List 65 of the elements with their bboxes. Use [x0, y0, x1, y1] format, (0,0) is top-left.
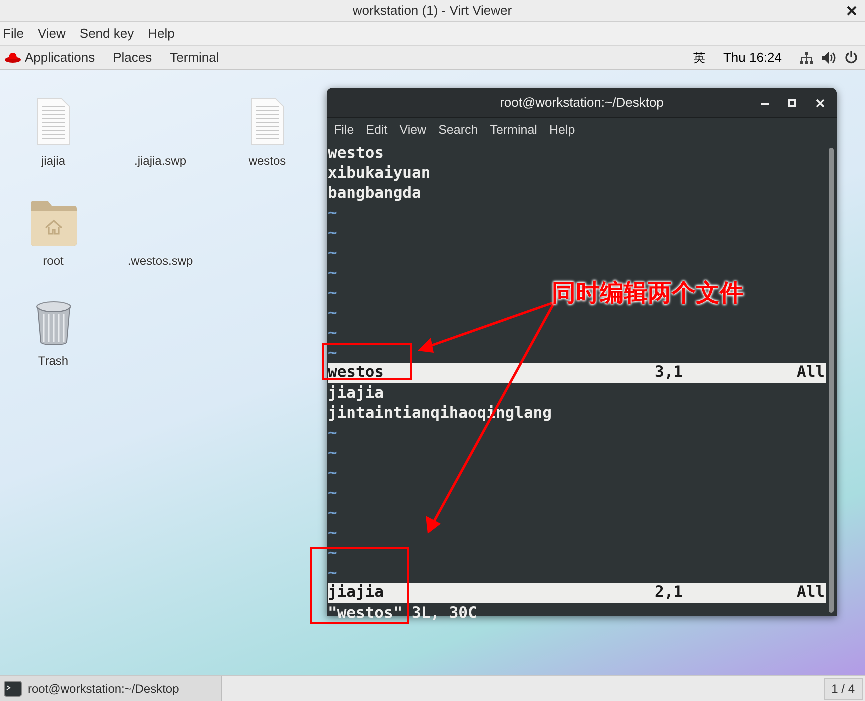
text-line: jiajia — [328, 383, 384, 403]
workspace-indicator[interactable]: 1 / 4 — [824, 678, 863, 700]
desktop-icon-label[interactable]: Trash — [38, 352, 69, 370]
empty-line-marker: ~ — [328, 483, 338, 503]
trash-icon — [34, 300, 72, 346]
maximize-icon[interactable] — [788, 99, 796, 107]
empty-line-marker: ~ — [328, 443, 338, 463]
cursor-position: 3,1 — [655, 362, 684, 384]
status-file-name: westos — [328, 362, 385, 384]
menu-item[interactable]: Send key — [80, 24, 134, 44]
empty-line-marker: ~ — [328, 523, 338, 543]
terminal-menu-item[interactable]: View — [400, 121, 427, 140]
terminal-title: root@workstation:~/Desktop — [500, 94, 664, 112]
menu-item[interactable]: View — [38, 24, 66, 44]
desktop-icon-label[interactable]: root — [43, 252, 64, 270]
document-icon — [250, 98, 284, 146]
hat-icon[interactable] — [5, 52, 21, 63]
desktop-icon-label[interactable]: .westos.swp — [128, 252, 194, 270]
network-icon[interactable] — [800, 52, 813, 64]
empty-line-marker: ~ — [328, 323, 338, 343]
terminal-menu-item[interactable]: Edit — [366, 121, 388, 140]
home-folder-icon — [30, 200, 78, 246]
minimize-icon[interactable] — [761, 103, 769, 106]
document-icon — [36, 98, 70, 146]
terminal-menu-item[interactable]: File — [334, 121, 354, 140]
empty-line-marker: ~ — [328, 203, 338, 223]
power-icon[interactable] — [845, 51, 858, 64]
empty-line-marker: ~ — [328, 503, 338, 523]
empty-line-marker: ~ — [328, 303, 338, 323]
input-method-indicator[interactable]: 英 — [693, 48, 706, 66]
text-line: bangbangda — [328, 183, 422, 203]
close-icon[interactable] — [847, 6, 857, 16]
window-title: workstation (1) - Virt Viewer — [352, 2, 512, 20]
empty-line-marker: ~ — [328, 463, 338, 483]
empty-line-marker: ~ — [328, 283, 338, 303]
menu-item[interactable]: File — [3, 24, 24, 44]
empty-line-marker: ~ — [328, 543, 338, 563]
terminal-menu-item[interactable]: Help — [549, 121, 576, 140]
terminal-menu-item[interactable]: Terminal — [490, 121, 538, 140]
clock[interactable]: Thu 16:24 — [723, 48, 782, 68]
empty-line-marker: ~ — [328, 343, 338, 363]
menu-item[interactable]: Help — [148, 24, 175, 44]
empty-line-marker: ~ — [328, 223, 338, 243]
top-bar-menu[interactable]: Applications — [25, 48, 96, 68]
terminal-menu-item[interactable]: Search — [438, 121, 478, 140]
text-line: westos — [328, 143, 384, 163]
status-file-name: jiajia — [328, 582, 385, 604]
cursor-position: 2,1 — [655, 582, 684, 604]
empty-line-marker: ~ — [328, 263, 338, 283]
text-line: xibukaiyuan — [328, 163, 431, 183]
empty-line-marker: ~ — [328, 243, 338, 263]
desktop-icon-label[interactable]: .jiajia.swp — [134, 152, 187, 170]
top-bar-menu[interactable]: Places — [113, 48, 152, 68]
empty-line-marker: ~ — [328, 563, 338, 583]
terminal-icon — [4, 680, 22, 696]
scroll-position: All — [797, 362, 825, 384]
empty-line-marker: ~ — [328, 423, 338, 443]
scroll-position: All — [797, 582, 825, 604]
annotation-label: 同时编辑两个文件 — [552, 278, 744, 308]
taskbar-window-button[interactable]: root@workstation:~/Desktop — [0, 676, 222, 701]
desktop-icon-label[interactable]: jiajia — [41, 152, 66, 170]
desktop-icon-label[interactable]: westos — [248, 152, 286, 170]
top-bar-menu[interactable]: Terminal — [170, 48, 220, 68]
volume-icon[interactable] — [822, 52, 836, 64]
scrollbar[interactable] — [829, 148, 834, 613]
